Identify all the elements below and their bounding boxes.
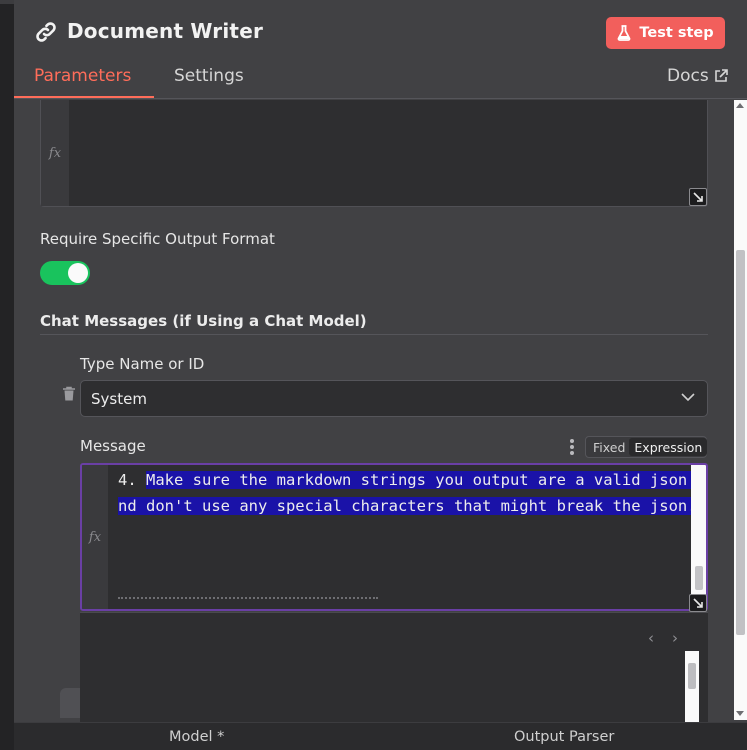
tab-parameters[interactable]: Parameters <box>34 66 131 86</box>
panel-scrollbar[interactable] <box>734 100 747 720</box>
selected-text-line-1: Make sure the markdown strings you outpu… <box>146 471 706 489</box>
prompt-expression-editor[interactable]: fx <box>40 100 708 207</box>
mode-expression-option[interactable]: Expression <box>629 438 708 456</box>
output-format-toggle[interactable] <box>40 261 90 285</box>
active-tab-underline <box>14 96 154 98</box>
docs-link[interactable]: Docs <box>667 66 728 86</box>
chat-messages-title: Chat Messages (if Using a Chat Model) <box>40 312 367 330</box>
message-expression-editor[interactable]: fx 4. Make sure the markdown strings you… <box>80 463 708 611</box>
chevron-right-icon[interactable]: › <box>672 629 678 647</box>
collapsed-tab-edge <box>60 688 80 718</box>
canvas-backdrop <box>0 0 14 750</box>
code-prefix: 4. <box>118 471 146 489</box>
type-select-value: System <box>91 390 147 408</box>
test-step-button[interactable]: Test step <box>606 17 725 49</box>
chevron-down-icon <box>681 393 695 402</box>
clipped-text-line <box>118 597 378 603</box>
trash-icon[interactable] <box>62 386 76 402</box>
docs-label: Docs <box>667 66 709 86</box>
type-label: Type Name or ID <box>80 355 205 373</box>
external-link-icon <box>714 69 728 82</box>
model-connector-label[interactable]: Model * <box>169 729 224 745</box>
expand-editor-icon[interactable] <box>689 594 707 612</box>
node-details-panel: Document Writer Test step Parameters Set… <box>14 0 747 750</box>
result-scrollbar[interactable] <box>685 651 699 723</box>
node-title[interactable]: Document Writer <box>67 19 263 43</box>
toggle-knob <box>68 263 88 283</box>
panel-header: Document Writer Test step Parameters Set… <box>14 0 747 99</box>
selected-text-line-2: nd don't use any special characters that… <box>118 497 697 515</box>
panel-scrollbar-thumb[interactable] <box>736 250 745 635</box>
scroll-down-icon[interactable] <box>736 711 744 716</box>
link-icon <box>36 22 56 42</box>
mode-toggle: Fixed Expression <box>585 436 708 458</box>
editor-scrollbar-thumb[interactable] <box>695 566 703 590</box>
flask-icon <box>617 25 631 41</box>
fx-indicator: fx <box>82 465 108 609</box>
message-label: Message <box>80 437 146 455</box>
result-scrollbar-thumb[interactable] <box>688 663 696 689</box>
mode-fixed-option[interactable]: Fixed <box>586 440 629 455</box>
scroll-up-icon[interactable] <box>736 103 744 108</box>
message-code[interactable]: 4. Make sure the markdown strings you ou… <box>118 467 706 519</box>
section-divider <box>40 334 708 335</box>
parameters-content: fx Require Specific Output Format Chat M… <box>14 100 734 750</box>
type-select[interactable]: System <box>80 380 708 417</box>
chevron-left-icon[interactable]: ‹ <box>648 629 654 647</box>
output-parser-connector-label[interactable]: Output Parser <box>514 729 614 745</box>
expand-editor-icon[interactable] <box>689 188 707 206</box>
editor-scrollbar[interactable] <box>691 465 706 609</box>
result-navigation: ‹ › <box>648 629 678 647</box>
tab-settings[interactable]: Settings <box>174 66 244 86</box>
output-format-label: Require Specific Output Format <box>40 230 275 248</box>
options-menu-icon[interactable] <box>570 439 574 455</box>
sub-node-bar: Model * Output Parser <box>14 722 747 750</box>
fx-indicator: fx <box>41 100 69 206</box>
test-step-label: Test step <box>639 25 714 41</box>
